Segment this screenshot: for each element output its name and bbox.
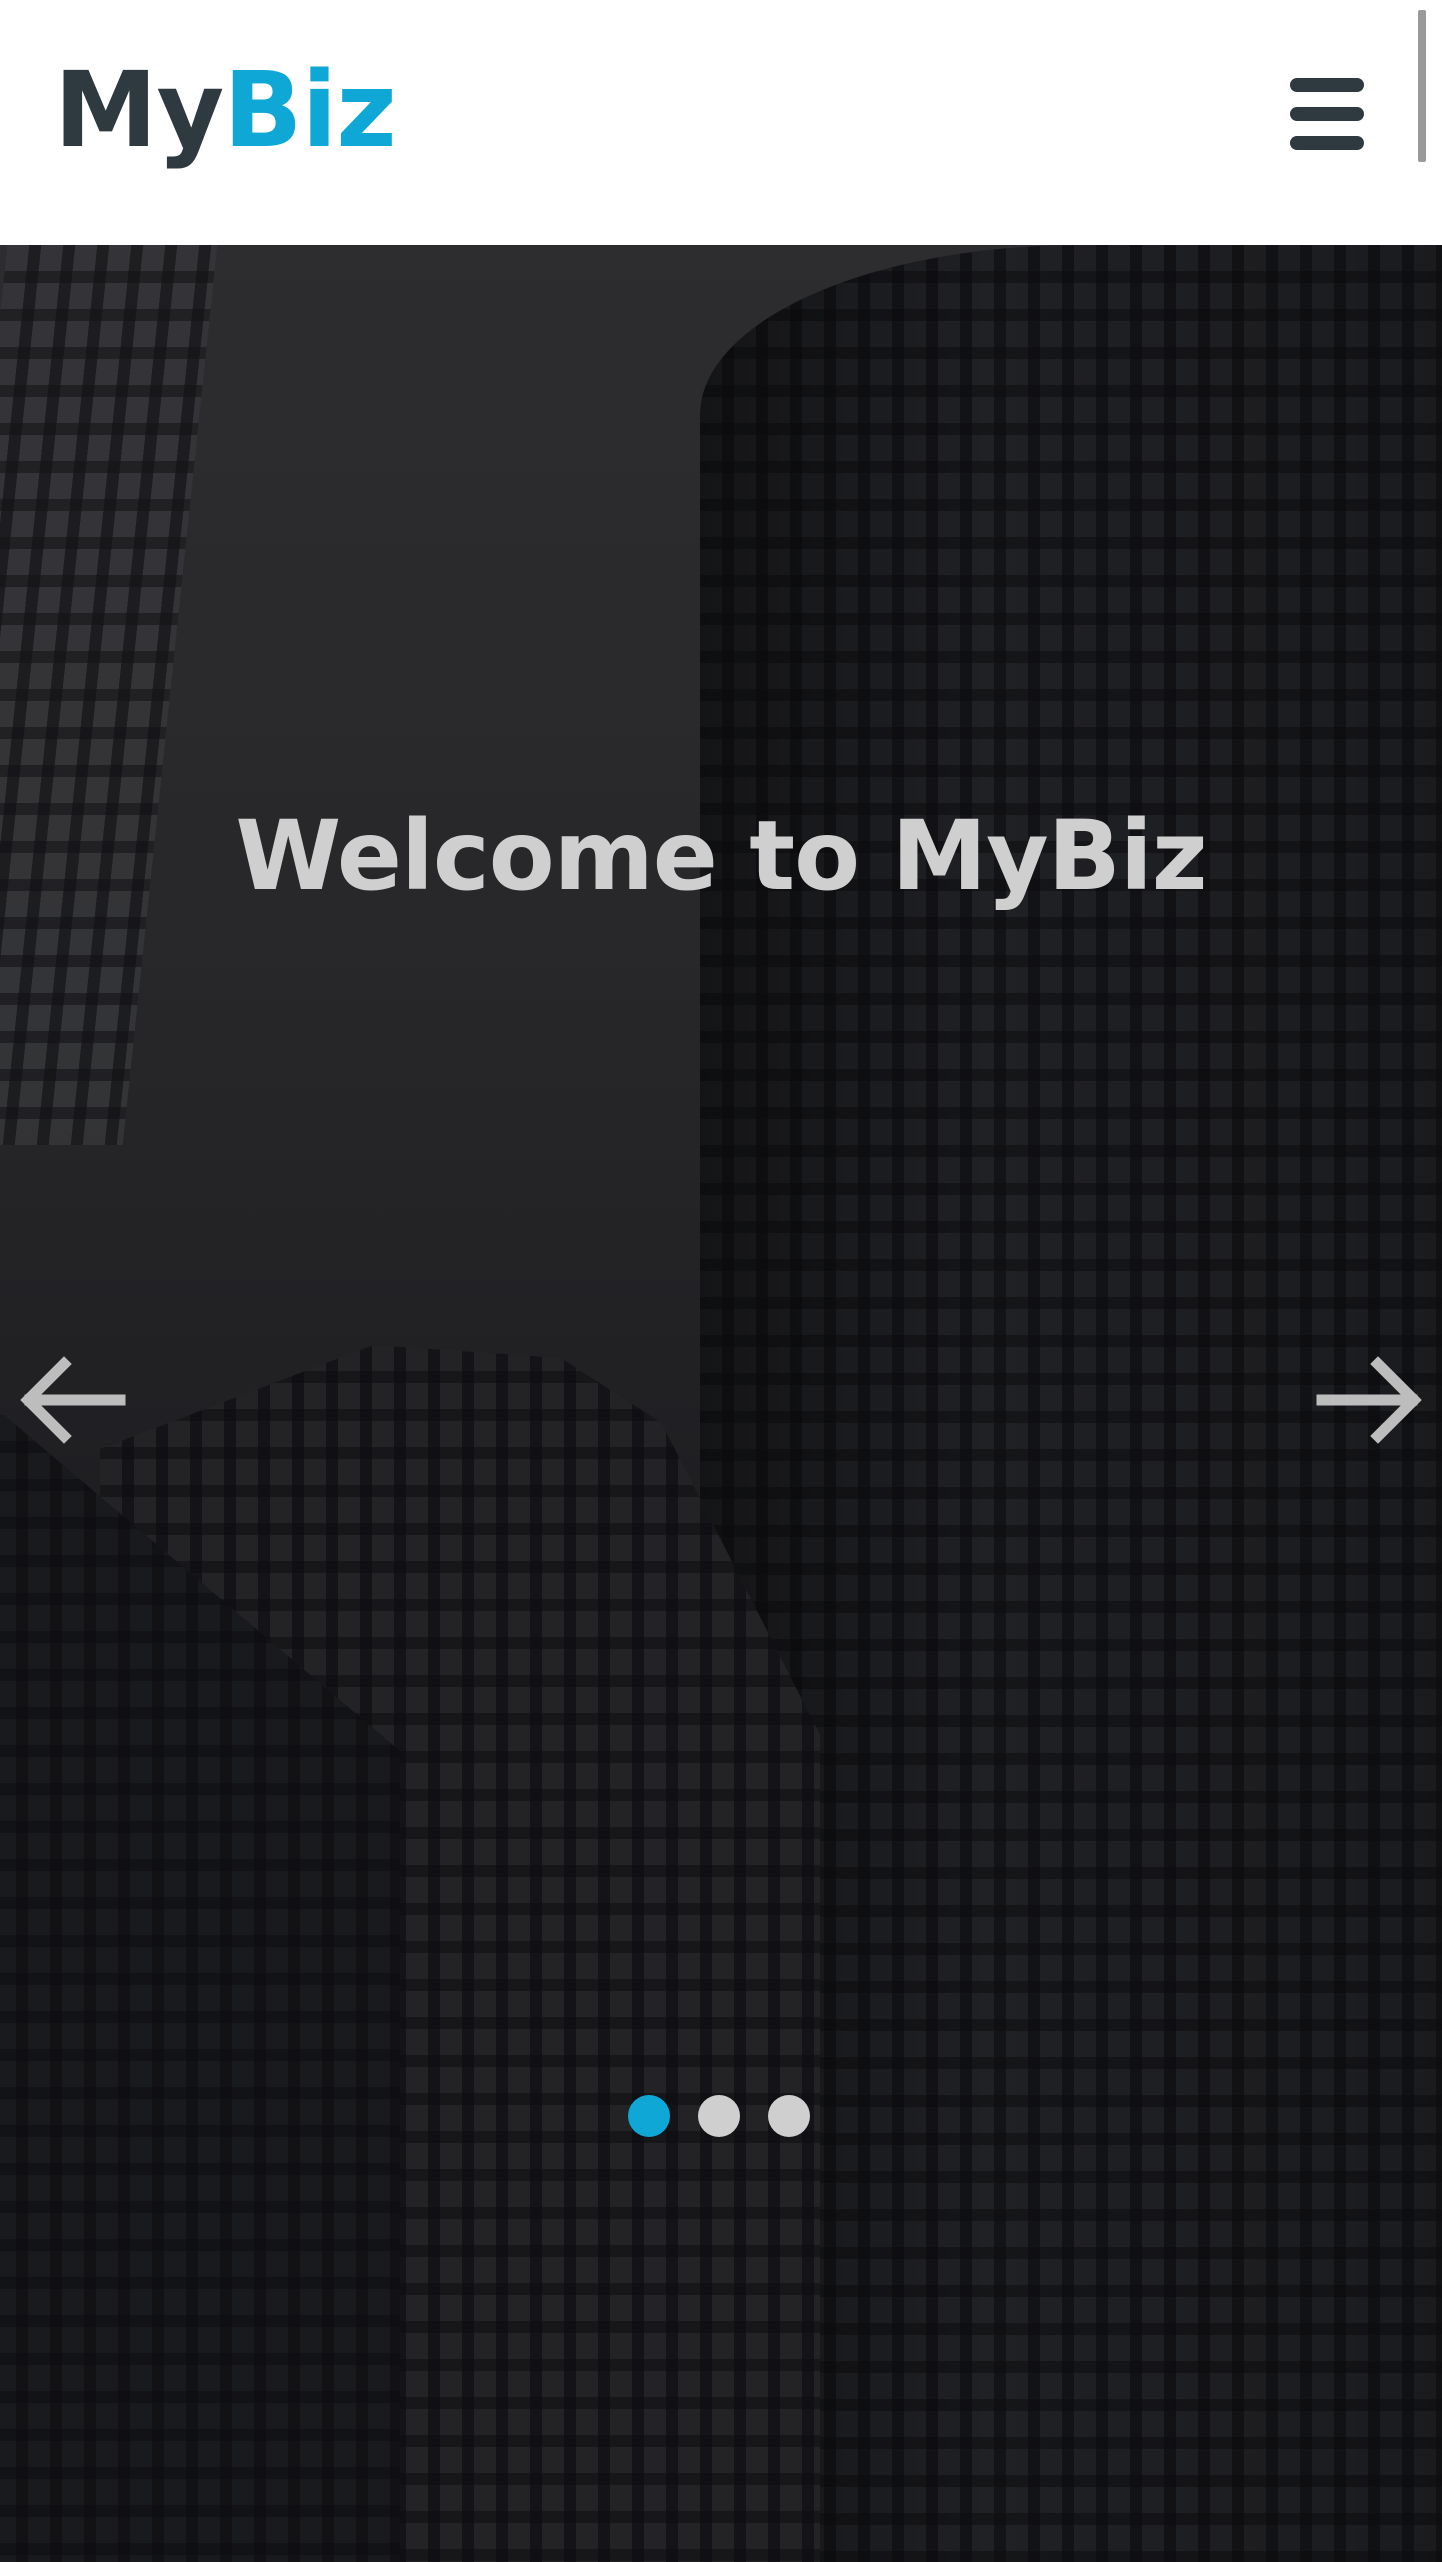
hamburger-menu-icon[interactable] [1280,78,1374,150]
menu-bar [1290,78,1364,92]
logo-text-my: My [54,49,224,171]
site-logo[interactable]: MyBiz [54,58,397,162]
menu-bar [1290,107,1364,121]
hero-carousel: Welcome to MyBiz [0,245,1442,2562]
carousel-dot-3[interactable] [768,2095,810,2137]
hero-dark-overlay [0,245,1442,2562]
carousel-next-button[interactable] [1310,1340,1430,1460]
arrow-right-icon [1316,1356,1422,1444]
menu-bar [1290,136,1364,150]
carousel-dot-1[interactable] [628,2095,670,2137]
carousel-indicators [628,2095,810,2137]
logo-text-biz: Biz [223,49,396,171]
carousel-prev-button[interactable] [12,1340,132,1460]
site-header: MyBiz [0,0,1442,245]
arrow-left-icon [20,1356,126,1444]
hero-title: Welcome to MyBiz [235,800,1207,912]
carousel-dot-2[interactable] [698,2095,740,2137]
scrollbar-thumb[interactable] [1418,10,1426,162]
